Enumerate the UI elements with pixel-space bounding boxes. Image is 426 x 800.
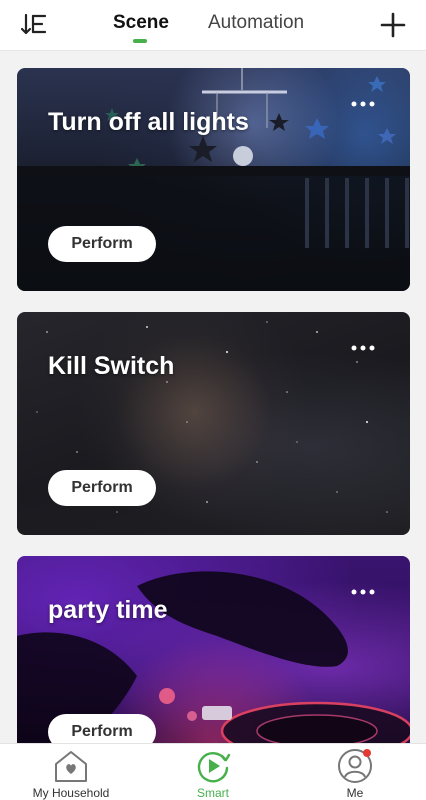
- nav-label: My Household: [32, 786, 110, 800]
- bottom-navigation: My Household Smart Me: [0, 743, 426, 800]
- scene-title: Kill Switch: [48, 352, 175, 380]
- nav-label: Me: [346, 786, 364, 800]
- user-circle-icon: [337, 748, 373, 784]
- scene-title: party time: [48, 596, 168, 624]
- notification-badge: [363, 749, 371, 757]
- nav-smart[interactable]: Smart: [153, 744, 273, 800]
- smart-play-icon: [195, 748, 231, 784]
- perform-button[interactable]: Perform: [48, 470, 156, 506]
- scene-card-kill-switch[interactable]: Kill Switch Perform: [17, 312, 410, 535]
- more-horizontal-icon[interactable]: [350, 340, 376, 351]
- tab-scene[interactable]: Scene: [113, 12, 169, 34]
- perform-button[interactable]: Perform: [48, 226, 156, 262]
- more-horizontal-icon[interactable]: [350, 96, 376, 107]
- smart-scene-screen: Scene Automation Turn off all lights Per…: [0, 0, 426, 800]
- scene-title: Turn off all lights: [48, 108, 249, 136]
- nav-my-household[interactable]: My Household: [11, 744, 131, 800]
- more-horizontal-icon[interactable]: [350, 584, 376, 595]
- house-heart-icon: [53, 748, 89, 784]
- nav-label: Smart: [196, 786, 229, 800]
- sort-list-icon[interactable]: [20, 11, 48, 39]
- nav-me[interactable]: Me: [295, 744, 415, 800]
- active-tab-indicator: [133, 39, 147, 43]
- top-bar: Scene Automation: [0, 0, 426, 51]
- plus-icon[interactable]: [380, 12, 406, 38]
- scene-card-turn-off-all-lights[interactable]: Turn off all lights Perform: [17, 68, 410, 291]
- tab-automation[interactable]: Automation: [208, 12, 304, 34]
